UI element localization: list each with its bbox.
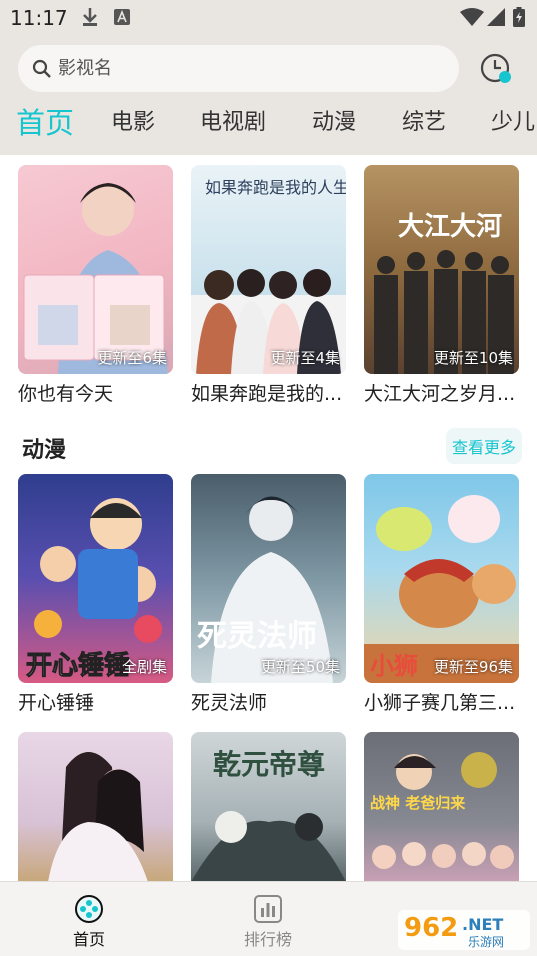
section-title-anime: 动漫 — [22, 438, 67, 463]
view-more-button[interactable]: 查看更多 — [446, 428, 522, 464]
tab-tv[interactable]: 电视剧 — [200, 104, 266, 136]
tab-home[interactable]: 首页 — [16, 100, 74, 142]
poster-image: 如果奔跑是我的人生 — [191, 178, 346, 374]
episode-badge: 更新至4集 — [270, 349, 340, 367]
category-tabs: 首页 电影 电视剧 动漫 综艺 少儿 — [0, 98, 537, 148]
watermark-net: .NET — [462, 915, 503, 934]
poster-art-text: 死灵法师 — [197, 619, 317, 654]
poster-image: 战神 老爸归来 — [370, 752, 514, 869]
poster-image: 大江大河 — [374, 212, 514, 374]
watermark-sub: 乐游网 — [468, 935, 504, 949]
search-input[interactable] — [58, 58, 398, 79]
battery-icon — [512, 6, 526, 28]
poster-title[interactable]: 死灵法师 — [191, 688, 351, 715]
episode-badge: 更新至96集 — [433, 658, 513, 676]
nav-label-home: 首页 — [72, 930, 105, 949]
poster-card[interactable]: 战神 老爸归来 — [364, 732, 519, 882]
poster-art-text: 乾元帝尊 — [213, 748, 325, 781]
poster-card[interactable]: 乾元帝尊 — [191, 732, 346, 882]
history-icon[interactable] — [478, 51, 514, 87]
poster-card[interactable] — [18, 732, 173, 882]
episode-badge: 更新至10集 — [433, 349, 513, 367]
tab-kids[interactable]: 少儿 — [491, 104, 535, 136]
poster-title[interactable]: 你也有今天 — [18, 379, 178, 406]
poster-card[interactable]: 如果奔跑是我的人生 更新至4集 — [191, 165, 346, 374]
episode-badge: 全剧集 — [121, 658, 167, 676]
poster-image: 开心锤锤 — [26, 498, 162, 682]
poster-art-text: 战神 老爸归来 — [370, 794, 466, 812]
poster-image: 小狮 — [364, 495, 519, 683]
signal-icon — [486, 6, 506, 28]
watermark-logo: 962 .NET 乐游网 — [398, 910, 530, 950]
poster-card[interactable]: 死灵法师 更新至50集 — [191, 474, 346, 683]
tab-anime[interactable]: 动漫 — [312, 104, 356, 136]
nav-home[interactable]: 首页 — [59, 894, 119, 950]
poster-image — [48, 752, 148, 882]
episode-badge: 更新至6集 — [97, 349, 167, 367]
search-bar[interactable] — [18, 45, 459, 92]
poster-title[interactable]: 开心锤锤 — [18, 688, 178, 715]
poster-title[interactable]: 如果奔跑是我的... — [191, 379, 351, 406]
poster-title[interactable]: 大江大河之岁月... — [364, 379, 524, 406]
status-bar: 11:17 — [0, 0, 537, 36]
poster-art-text: 大江大河 — [398, 212, 502, 242]
gamepad-icon — [75, 895, 103, 923]
nav-label-ranking: 排行榜 — [243, 930, 292, 949]
bar-chart-icon — [254, 895, 282, 923]
poster-art-text: 小狮 — [370, 652, 418, 680]
status-time: 11:17 — [10, 6, 68, 30]
poster-title[interactable]: 小狮子赛几第三... — [364, 688, 524, 715]
poster-art-text: 如果奔跑是我的人生 — [205, 178, 346, 197]
poster-card[interactable]: 大江大河 更新至10集 — [364, 165, 519, 374]
poster-card[interactable]: 开心锤锤 全剧集 — [18, 474, 173, 683]
poster-card[interactable]: 更新至6集 — [18, 165, 173, 374]
tab-variety[interactable]: 综艺 — [402, 104, 446, 136]
poster-art-text: 开心锤锤 — [26, 651, 130, 681]
episode-badge: 更新至50集 — [260, 658, 340, 676]
poster-image: 死灵法师 — [197, 496, 333, 683]
watermark-number: 962 — [404, 913, 458, 943]
nav-ranking[interactable]: 排行榜 — [238, 894, 298, 950]
wifi-icon — [460, 6, 484, 28]
tab-movie[interactable]: 电影 — [111, 104, 155, 136]
app-notification-icon — [113, 6, 131, 28]
poster-image: 乾元帝尊 — [191, 748, 346, 882]
poster-card[interactable]: 小狮 更新至96集 — [364, 474, 519, 683]
download-icon — [80, 6, 100, 28]
poster-image — [23, 183, 168, 374]
search-icon — [32, 59, 51, 78]
